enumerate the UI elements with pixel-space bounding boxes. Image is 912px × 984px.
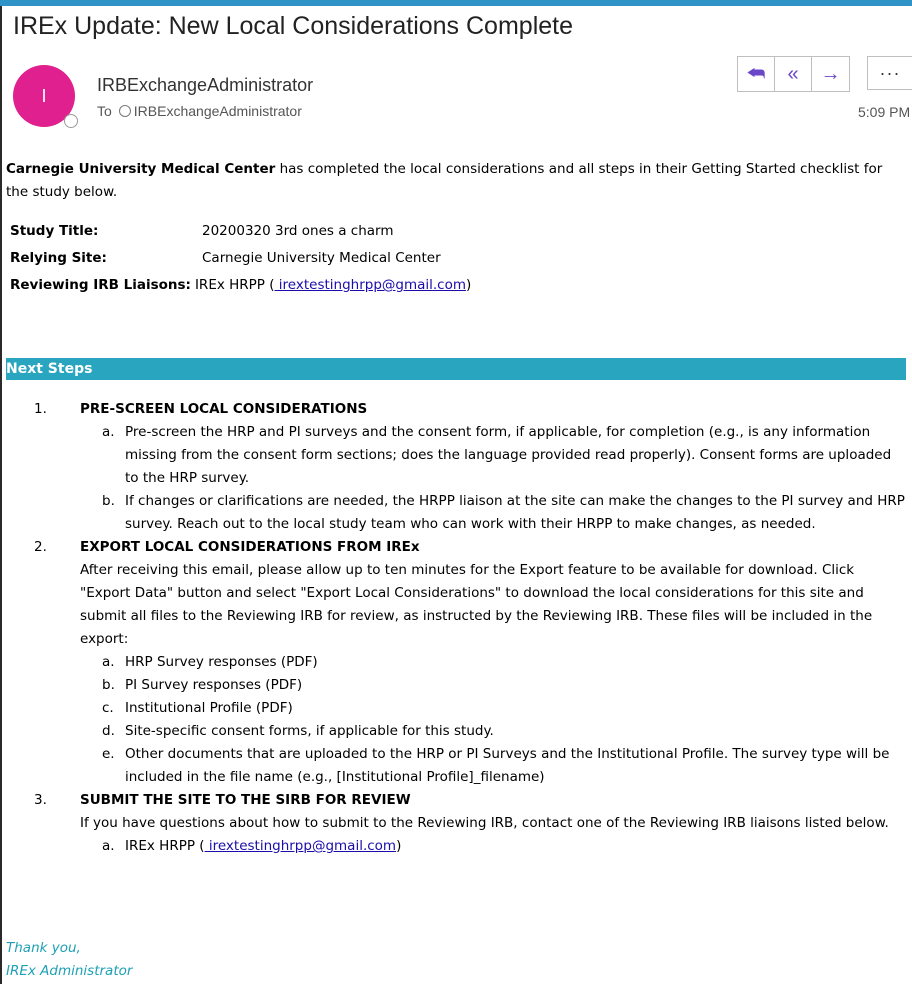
closing-signature: Thank you, IREx Administrator	[6, 937, 132, 983]
sub-item: a. IREx HRPP ( irextestinghrpp@gmail.com)	[80, 835, 906, 858]
forward-button[interactable]: →	[812, 57, 849, 91]
sub-text: Other documents that are uploaded to the…	[125, 746, 890, 785]
sub-letter: d.	[102, 723, 115, 739]
recipient-presence-icon	[118, 105, 131, 117]
step-number: 2.	[34, 539, 47, 555]
reply-all-button[interactable]: «	[775, 57, 812, 91]
recipient-line: To IRBExchangeAdministrator	[97, 103, 302, 119]
to-label: To	[97, 103, 112, 119]
relying-site-value: Carnegie University Medical Center	[202, 250, 441, 266]
contact-suffix: )	[396, 838, 402, 854]
sub-text: PI Survey responses (PDF)	[125, 677, 303, 693]
relying-site-label: Relying Site:	[10, 250, 107, 266]
steps-list: 1. PRE-SCREEN LOCAL CONSIDERATIONS a. Pre…	[6, 398, 906, 858]
sub-text: Pre-screen the HRP and PI surveys and th…	[125, 424, 892, 486]
step-description: After receiving this email, please allow…	[80, 562, 873, 647]
sub-letter: c.	[102, 700, 114, 716]
liaisons-label: Reviewing IRB Liaisons:	[10, 277, 191, 293]
sub-letter: a.	[102, 424, 115, 440]
more-actions-button[interactable]: ···	[867, 56, 912, 90]
liaison-email-link[interactable]: irextestinghrpp@gmail.com	[275, 277, 466, 293]
step-number: 1.	[34, 401, 47, 417]
site-name: Carnegie University Medical Center	[6, 161, 276, 177]
sub-item: c. Institutional Profile (PDF)	[80, 697, 906, 720]
left-border	[0, 6, 2, 984]
liaisons-suffix: )	[466, 277, 472, 293]
sub-text: Site-specific consent forms, if applicab…	[125, 723, 494, 739]
study-info-table: Study Title: 20200320 3rd ones a charm R…	[6, 218, 906, 299]
step-description: If you have questions about how to submi…	[80, 815, 889, 831]
step-number: 3.	[34, 792, 47, 808]
contact-prefix: IREx HRPP (	[125, 838, 205, 854]
message-actions: ⮪ « →	[737, 56, 850, 92]
sub-letter: b.	[102, 493, 115, 509]
reply-icon: ⮪	[746, 62, 766, 85]
presence-status-icon	[64, 114, 78, 128]
step-title: PRE-SCREEN LOCAL CONSIDERATIONS	[80, 401, 368, 417]
liaisons-value: IREx HRPP ( irextestinghrpp@gmail.com)	[195, 272, 471, 299]
forward-icon: →	[820, 62, 841, 85]
sub-letter: a.	[102, 838, 115, 854]
info-row-relying-site: Relying Site: Carnegie University Medica…	[10, 245, 906, 272]
sender-name[interactable]: IRBExchangeAdministrator	[97, 75, 313, 96]
sub-contact: IREx HRPP ( irextestinghrpp@gmail.com)	[125, 838, 401, 854]
sub-letter: b.	[102, 677, 115, 693]
sub-letter: e.	[102, 746, 115, 762]
message-time: 5:09 PM	[858, 104, 911, 120]
avatar-initial: I	[41, 85, 47, 106]
step-title: SUBMIT THE SITE TO THE SIRB FOR REVIEW	[80, 792, 411, 808]
liaisons-prefix: IREx HRPP (	[194, 277, 275, 293]
intro-paragraph: Carnegie University Medical Center has c…	[6, 158, 906, 204]
study-title-label: Study Title:	[10, 223, 99, 239]
step-item: 3. SUBMIT THE SITE TO THE SIRB FOR REVIE…	[6, 789, 906, 858]
closing-thanks: Thank you,	[6, 940, 81, 956]
top-accent-bar	[0, 0, 912, 6]
next-steps-header: Next Steps	[6, 358, 906, 380]
reply-all-icon: «	[787, 62, 799, 85]
sub-item: d. Site-specific consent forms, if applic…	[80, 720, 906, 743]
closing-name: IREx Administrator	[6, 963, 133, 979]
sub-letter: a.	[102, 654, 115, 670]
sub-text: Institutional Profile (PDF)	[125, 700, 293, 716]
step-item: 1. PRE-SCREEN LOCAL CONSIDERATIONS a. Pre…	[6, 398, 906, 536]
info-row-study-title: Study Title: 20200320 3rd ones a charm	[10, 218, 906, 245]
step-title: EXPORT LOCAL CONSIDERATIONS FROM IREx	[80, 539, 420, 555]
study-title-value: 20200320 3rd ones a charm	[202, 223, 394, 239]
message-body: Carnegie University Medical Center has c…	[6, 158, 906, 299]
more-icon: ···	[879, 62, 901, 83]
to-recipient[interactable]: IRBExchangeAdministrator	[134, 103, 302, 119]
info-row-liaisons: Reviewing IRB Liaisons: IREx HRPP ( irex…	[10, 272, 906, 299]
contact-email-link[interactable]: irextestinghrpp@gmail.com	[205, 838, 396, 854]
step-item: 2. EXPORT LOCAL CONSIDERATIONS FROM IREx…	[6, 536, 906, 789]
sub-text: HRP Survey responses (PDF)	[125, 654, 318, 670]
sub-item: a. HRP Survey responses (PDF)	[80, 651, 906, 674]
email-subject: IREx Update: New Local Considerations Co…	[13, 12, 573, 40]
sub-item: b. PI Survey responses (PDF)	[80, 674, 906, 697]
sub-item: b. If changes or clarifications are neede…	[80, 490, 906, 536]
sub-item: a. Pre-screen the HRP and PI surveys and …	[80, 421, 906, 490]
reply-button[interactable]: ⮪	[738, 57, 775, 91]
sub-item: e. Other documents that are uploaded to t…	[80, 743, 906, 789]
sub-text: If changes or clarifications are needed,…	[125, 493, 905, 532]
